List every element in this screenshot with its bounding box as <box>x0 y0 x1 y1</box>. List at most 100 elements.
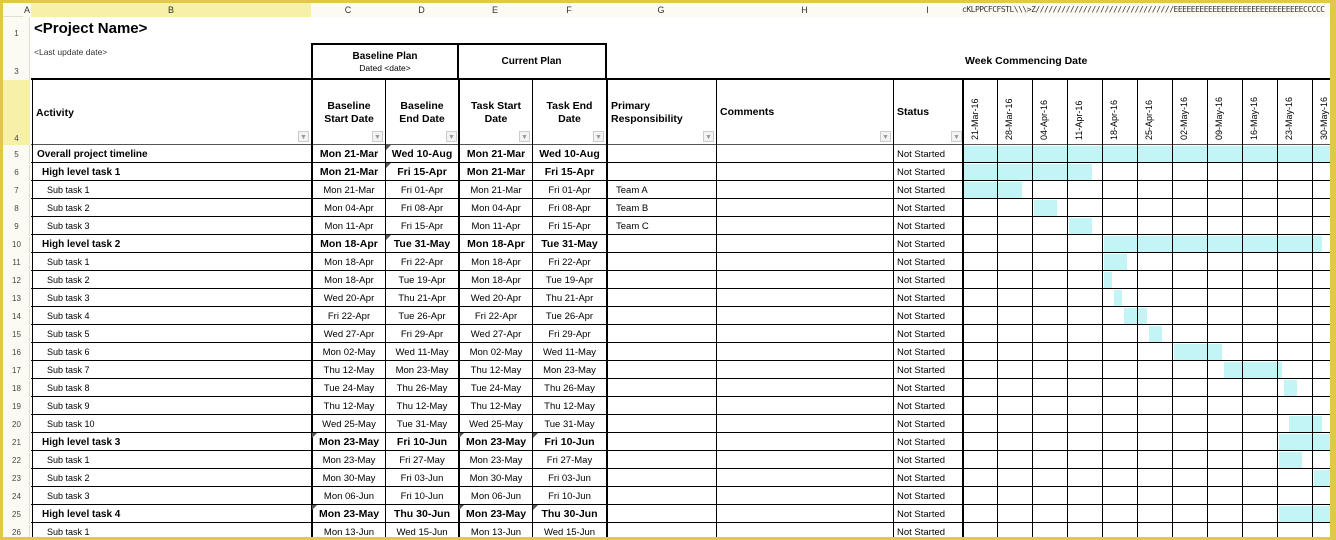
gantt-cell[interactable] <box>997 163 1032 181</box>
gantt-cell[interactable] <box>1102 343 1137 361</box>
gantt-cell[interactable] <box>1242 145 1277 163</box>
task-start-cell[interactable]: Mon 21-Mar <box>458 145 532 163</box>
filter-dropdown-task-start[interactable]: ▼ <box>519 131 530 142</box>
gantt-cell[interactable] <box>1172 505 1207 523</box>
row-number[interactable]: 26 <box>3 528 30 537</box>
gantt-cell[interactable] <box>962 145 997 163</box>
activity-cell[interactable]: Sub task 3 <box>32 217 311 235</box>
gantt-cell[interactable] <box>1137 199 1172 217</box>
baseline-end-cell[interactable]: Thu 21-Apr <box>385 289 458 307</box>
baseline-end-cell[interactable]: Wed 11-May <box>385 343 458 361</box>
gantt-cell[interactable] <box>1102 469 1137 487</box>
responsibility-cell[interactable] <box>606 487 716 505</box>
gantt-cell[interactable] <box>1277 505 1312 523</box>
gantt-cell[interactable] <box>1277 325 1312 343</box>
gantt-cell[interactable] <box>1207 163 1242 181</box>
gantt-cell[interactable] <box>1207 415 1242 433</box>
row-number[interactable]: 9 <box>3 222 30 231</box>
task-end-cell[interactable]: Tue 26-Apr <box>532 307 606 325</box>
gantt-cell[interactable] <box>997 235 1032 253</box>
gantt-cell[interactable] <box>1067 487 1102 505</box>
gantt-cell[interactable] <box>1207 199 1242 217</box>
gantt-cell[interactable] <box>1137 505 1172 523</box>
baseline-end-cell[interactable]: Wed 15-Jun <box>385 523 458 537</box>
comments-cell[interactable] <box>716 469 893 487</box>
gantt-cell[interactable] <box>1312 217 1330 235</box>
gantt-cell[interactable] <box>1172 217 1207 235</box>
gantt-cell[interactable] <box>1242 523 1277 537</box>
gantt-cell[interactable] <box>962 451 997 469</box>
gantt-cell[interactable] <box>997 199 1032 217</box>
filter-dropdown-activity[interactable]: ▼ <box>298 131 309 142</box>
gantt-cell[interactable] <box>1067 145 1102 163</box>
task-end-cell[interactable]: Fri 03-Jun <box>532 469 606 487</box>
gantt-cell[interactable] <box>997 379 1032 397</box>
gantt-cell[interactable] <box>962 379 997 397</box>
gantt-cell[interactable] <box>1102 451 1137 469</box>
baseline-end-cell[interactable]: Tue 19-Apr <box>385 271 458 289</box>
gantt-cell[interactable] <box>1102 487 1137 505</box>
baseline-end-cell[interactable]: Fri 27-May <box>385 451 458 469</box>
activity-cell[interactable]: Sub task 1 <box>32 181 311 199</box>
gantt-cell[interactable] <box>997 343 1032 361</box>
baseline-start-cell[interactable]: Mon 02-May <box>311 343 385 361</box>
gantt-cell[interactable] <box>1312 505 1330 523</box>
row-number[interactable]: 13 <box>3 294 30 303</box>
row-number[interactable]: 22 <box>3 456 30 465</box>
gantt-cell[interactable] <box>1102 325 1137 343</box>
task-end-cell[interactable]: Wed 15-Jun <box>532 523 606 537</box>
task-end-cell[interactable]: Thu 21-Apr <box>532 289 606 307</box>
gantt-cell[interactable] <box>1207 307 1242 325</box>
gantt-cell[interactable] <box>997 289 1032 307</box>
gantt-cell[interactable] <box>997 217 1032 235</box>
gantt-cell[interactable] <box>962 325 997 343</box>
responsibility-cell[interactable] <box>606 469 716 487</box>
task-start-cell[interactable]: Mon 13-Jun <box>458 523 532 537</box>
gantt-cell[interactable] <box>997 433 1032 451</box>
comments-cell[interactable] <box>716 163 893 181</box>
filter-dropdown-baseline-end[interactable]: ▼ <box>446 131 457 142</box>
gantt-cell[interactable] <box>1312 307 1330 325</box>
gantt-cell[interactable] <box>1067 163 1102 181</box>
gantt-cell[interactable] <box>1207 325 1242 343</box>
task-start-cell[interactable]: Wed 20-Apr <box>458 289 532 307</box>
gantt-cell[interactable] <box>1172 415 1207 433</box>
task-start-cell[interactable]: Tue 24-May <box>458 379 532 397</box>
baseline-end-cell[interactable]: Tue 31-May <box>385 415 458 433</box>
gantt-cell[interactable] <box>1172 289 1207 307</box>
gantt-cell[interactable] <box>1102 289 1137 307</box>
gantt-cell[interactable] <box>1242 505 1277 523</box>
gantt-cell[interactable] <box>997 325 1032 343</box>
gantt-cell[interactable] <box>1312 163 1330 181</box>
gantt-cell[interactable] <box>1207 271 1242 289</box>
row-number[interactable]: 20 <box>3 420 30 429</box>
gantt-cell[interactable] <box>1312 397 1330 415</box>
gantt-cell[interactable] <box>1207 361 1242 379</box>
comments-cell[interactable] <box>716 181 893 199</box>
responsibility-cell[interactable] <box>606 415 716 433</box>
row-number[interactable]: 23 <box>3 474 30 483</box>
gantt-cell[interactable] <box>1067 523 1102 537</box>
baseline-start-cell[interactable]: Wed 20-Apr <box>311 289 385 307</box>
baseline-start-cell[interactable]: Mon 21-Mar <box>311 145 385 163</box>
gantt-cell[interactable] <box>1277 451 1312 469</box>
gantt-cell[interactable] <box>1312 199 1330 217</box>
gantt-cell[interactable] <box>1137 487 1172 505</box>
gantt-cell[interactable] <box>1137 289 1172 307</box>
gantt-cell[interactable] <box>1032 325 1067 343</box>
gantt-cell[interactable] <box>1277 199 1312 217</box>
column-header-f[interactable]: F <box>532 3 606 17</box>
row-number[interactable]: 16 <box>3 348 30 357</box>
row-number[interactable]: 8 <box>3 204 30 213</box>
task-start-cell[interactable]: Mon 23-May <box>458 433 532 451</box>
row-number[interactable]: 18 <box>3 384 30 393</box>
gantt-cell[interactable] <box>1032 415 1067 433</box>
responsibility-cell[interactable] <box>606 325 716 343</box>
row-number[interactable]: 12 <box>3 276 30 285</box>
task-start-cell[interactable]: Mon 18-Apr <box>458 235 532 253</box>
gantt-cell[interactable] <box>997 307 1032 325</box>
filter-dropdown-task-end[interactable]: ▼ <box>593 131 604 142</box>
row-number[interactable]: 25 <box>3 510 30 519</box>
gantt-cell[interactable] <box>962 361 997 379</box>
baseline-end-cell[interactable]: Wed 10-Aug <box>385 145 458 163</box>
